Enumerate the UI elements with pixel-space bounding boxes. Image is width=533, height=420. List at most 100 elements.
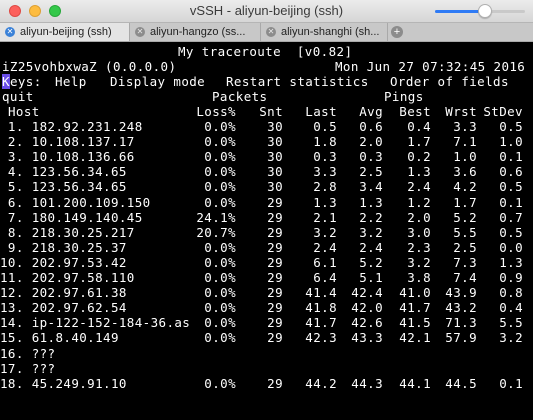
hop-snt: 29 (267, 209, 283, 225)
hop-best: 1.3 (407, 164, 431, 180)
hop-loss: 0.0% (204, 119, 236, 134)
hop-wrst: 57.9 (445, 330, 477, 346)
hop-host: 17. ??? (0, 360, 56, 376)
hop-host: 14. ip-122-152-184-36.as (0, 315, 191, 331)
hop-stdev: 0.0 (499, 239, 523, 255)
title-bar[interactable]: vSSH - aliyun-beijing (ssh) (0, 0, 533, 23)
hop-wrst: 5.5 (453, 224, 477, 240)
hop-snt: 29 (267, 254, 283, 270)
tab-aliyun-beijing[interactable]: ✕ aliyun-beijing (ssh) (0, 23, 130, 41)
hop-avg: 3.4 (359, 179, 383, 195)
hop-wrst: 7.3 (453, 254, 477, 270)
font-size-slider[interactable] (435, 4, 525, 18)
timestamp: Mon Jun 27 07:32:45 2016 (335, 59, 526, 74)
hop-host: 16. ??? (0, 345, 56, 361)
hop-avg: 44.3 (351, 375, 383, 391)
hop-avg: 42.0 (351, 300, 383, 316)
hop-host: 15. 61.8.40.149 (0, 330, 119, 346)
hop-wrst: 5.2 (453, 209, 477, 225)
hop-snt: 29 (267, 224, 283, 240)
hop-avg: 0.6 (359, 119, 383, 134)
hop-avg: 0.3 (359, 149, 383, 165)
hop-wrst: 7.1 (453, 134, 477, 150)
hop-host: 5. 123.56.34.65 (0, 179, 127, 195)
hop-snt: 30 (267, 119, 283, 134)
hop-last: 41.8 (305, 300, 337, 316)
hop-loss: 0.0% (204, 375, 236, 391)
hop-avg: 5.1 (359, 270, 383, 285)
hop-last: 44.2 (305, 375, 337, 391)
hop-stdev: 1.0 (499, 134, 523, 150)
hop-host: 2. 10.108.137.17 (0, 134, 135, 150)
tab-label: aliyun-beijing (ssh) (20, 26, 112, 38)
hop-loss: 0.0% (204, 315, 236, 331)
hop-best: 1.7 (407, 134, 431, 150)
tab-label: aliyun-hangzo (ss... (150, 26, 246, 38)
hop-best: 41.5 (399, 315, 431, 331)
keys-label: Keys: (2, 74, 42, 89)
slider-knob[interactable] (477, 4, 492, 18)
hop-snt: 29 (267, 300, 283, 316)
hop-host: 4. 123.56.34.65 (0, 164, 127, 180)
hop-last: 3.3 (313, 164, 337, 180)
hop-avg: 2.5 (359, 164, 383, 180)
hop-host: 13. 202.97.62.54 (0, 300, 127, 316)
hop-loss: 0.0% (204, 254, 236, 270)
column-header-host: Host (8, 104, 40, 119)
hop-last: 2.1 (313, 209, 337, 225)
hop-best: 2.4 (407, 179, 431, 195)
hop-host: 10. 202.97.53.42 (0, 254, 127, 270)
hop-avg: 42.4 (351, 285, 383, 301)
hop-snt: 29 (267, 239, 283, 255)
hop-stdev: 0.5 (499, 224, 523, 240)
hop-wrst: 3.6 (453, 164, 477, 180)
hop-best: 2.0 (407, 209, 431, 225)
hop-avg: 2.0 (359, 134, 383, 150)
hop-last: 42.3 (305, 330, 337, 346)
column-header-loss: Loss% (196, 104, 236, 119)
tab-label: aliyun-shanghi (sh... (281, 26, 380, 38)
close-icon[interactable]: ✕ (5, 27, 15, 37)
menu-restart-statistics[interactable]: Restart statistics (226, 75, 369, 88)
close-icon[interactable]: ✕ (135, 27, 145, 37)
hop-wrst: 44.5 (445, 375, 477, 391)
close-icon[interactable]: ✕ (266, 27, 276, 37)
hop-best: 1.2 (407, 194, 431, 210)
column-header-snt: Snt (259, 104, 283, 119)
menu-order-of-fields[interactable]: Order of fields (390, 75, 509, 88)
hop-snt: 30 (267, 134, 283, 150)
hop-last: 41.4 (305, 285, 337, 301)
mtr-title: My traceroute [v0.82] (178, 44, 353, 59)
column-header-avg: Avg (359, 104, 383, 119)
tab-bar: ✕ aliyun-beijing (ssh) ✕ aliyun-hangzo (… (0, 23, 533, 42)
menu-quit[interactable]: quit (2, 90, 34, 103)
host-info: iZ25vohbxwaZ (0.0.0.0) (2, 59, 177, 74)
terminal-screen[interactable]: My traceroute [v0.82] iZ25vohbxwaZ (0.0.… (0, 42, 533, 420)
hop-last: 2.4 (313, 239, 337, 255)
hop-snt: 29 (267, 375, 283, 391)
plus-icon[interactable]: + (391, 26, 403, 38)
hop-wrst: 1.7 (453, 194, 477, 210)
hop-best: 3.2 (407, 254, 431, 270)
hop-avg: 5.2 (359, 254, 383, 270)
hop-stdev: 0.6 (499, 164, 523, 180)
column-header-best: Best (399, 104, 431, 119)
hop-best: 3.8 (407, 270, 431, 285)
hop-best: 2.3 (407, 239, 431, 255)
hop-wrst: 43.2 (445, 300, 477, 316)
packets-group-header: Packets (212, 89, 268, 104)
hop-host: 8. 218.30.25.217 (0, 224, 135, 240)
menu-help[interactable]: Help (55, 75, 87, 88)
hop-last: 1.3 (313, 194, 337, 210)
hop-loss: 0.0% (204, 330, 236, 346)
hop-loss: 20.7% (196, 224, 236, 240)
hop-stdev: 0.1 (499, 375, 523, 391)
hop-last: 2.8 (313, 179, 337, 195)
hop-stdev: 0.5 (499, 179, 523, 195)
hop-host: 18. 45.249.91.10 (0, 375, 127, 391)
hop-loss: 0.0% (204, 194, 236, 210)
tab-aliyun-hangzo[interactable]: ✕ aliyun-hangzo (ss... (130, 23, 261, 41)
tab-aliyun-shanghi[interactable]: ✕ aliyun-shanghi (sh... (261, 23, 388, 41)
hop-stdev: 0.5 (499, 119, 523, 134)
menu-display-mode[interactable]: Display mode (110, 75, 205, 88)
